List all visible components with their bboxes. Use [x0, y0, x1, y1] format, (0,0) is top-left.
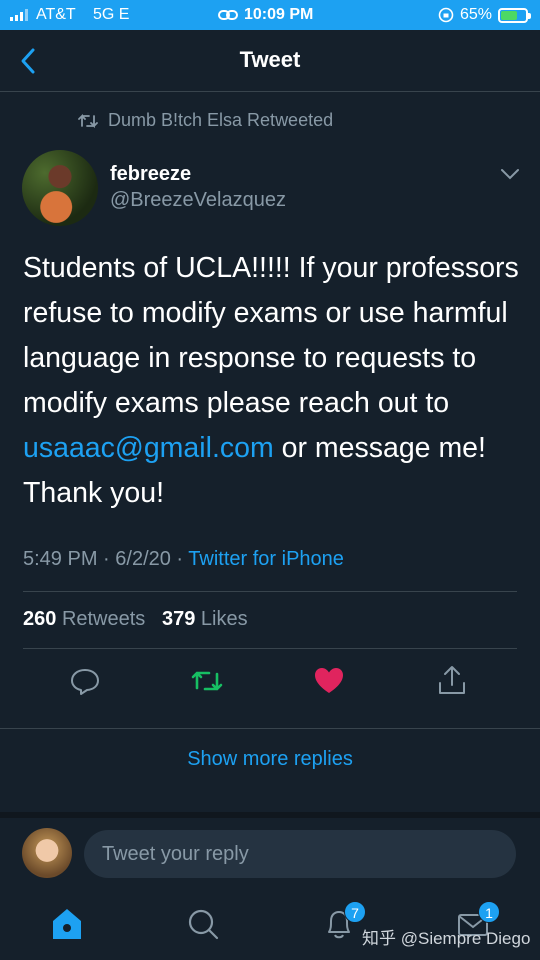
watermark: 知乎 @Siempre Diego: [362, 929, 531, 948]
retweet-icon: [78, 113, 98, 128]
retweets-stat[interactable]: 260 Retweets: [23, 608, 145, 630]
clock: 10:09 PM: [244, 6, 314, 23]
status-bar: AT&T 5G E 10:09 PM 65%: [0, 0, 540, 30]
signal-icon: [10, 9, 28, 21]
author-name[interactable]: febreeze: [110, 163, 191, 186]
reply-input[interactable]: [84, 830, 516, 878]
tweet-text: Students of UCLA!!!!! If your professors…: [23, 246, 523, 516]
heart-icon[interactable]: [312, 664, 346, 698]
battery-percent: 65%: [459, 6, 492, 23]
share-icon[interactable]: [435, 664, 469, 698]
divider: [0, 728, 540, 729]
tweet-meta: 5:49 PM · 6/2/20 · Twitter for iPhone: [23, 548, 344, 570]
reply-icon[interactable]: [68, 664, 102, 698]
battery-icon: [498, 7, 531, 23]
notifications-badge: 7: [344, 901, 366, 923]
likes-stat[interactable]: 379 Likes: [162, 608, 248, 630]
messages-badge: 1: [478, 901, 500, 923]
retweets-label: Retweets: [61, 608, 146, 630]
search-icon[interactable]: [185, 904, 221, 944]
divider: [23, 648, 517, 649]
tweet-text-part: Students of UCLA!!!!! If your professors…: [23, 252, 519, 419]
retweeted-by-label: Dumb B!tch Elsa Retweeted: [108, 110, 334, 130]
header: Tweet: [0, 30, 540, 92]
retweets-count: 260: [23, 608, 57, 630]
home-icon[interactable]: [49, 904, 85, 944]
author-handle[interactable]: @BreezeVelazquez: [110, 189, 286, 212]
reply-box[interactable]: [84, 830, 516, 878]
email-link[interactable]: usaaac@gmail.com: [23, 432, 274, 464]
section-gap: [0, 812, 540, 818]
likes-count: 379: [161, 608, 196, 630]
tweet-source-link[interactable]: Twitter for iPhone: [188, 548, 344, 570]
orientation-lock-icon: [438, 7, 454, 23]
divider: [23, 591, 517, 592]
tweet-stats: 260 Retweets 379 Likes: [23, 608, 248, 631]
page-title: Tweet: [239, 47, 301, 72]
user-avatar[interactable]: [22, 828, 72, 878]
likes-label: Likes: [200, 608, 248, 630]
tweet-date: 6/2/20: [115, 548, 171, 570]
network-label: 5G E: [93, 6, 130, 23]
author-avatar[interactable]: [22, 150, 98, 226]
chevron-down-icon[interactable]: [498, 166, 522, 182]
carrier-label: AT&T: [36, 6, 76, 23]
show-more-replies-link[interactable]: Show more replies: [0, 748, 540, 771]
retweet-icon[interactable]: [190, 664, 224, 698]
link-icon: [218, 10, 238, 20]
tweet-time: 5:49 PM: [23, 548, 98, 570]
retweeted-by[interactable]: Dumb B!tch Elsa Retweeted: [78, 110, 333, 131]
